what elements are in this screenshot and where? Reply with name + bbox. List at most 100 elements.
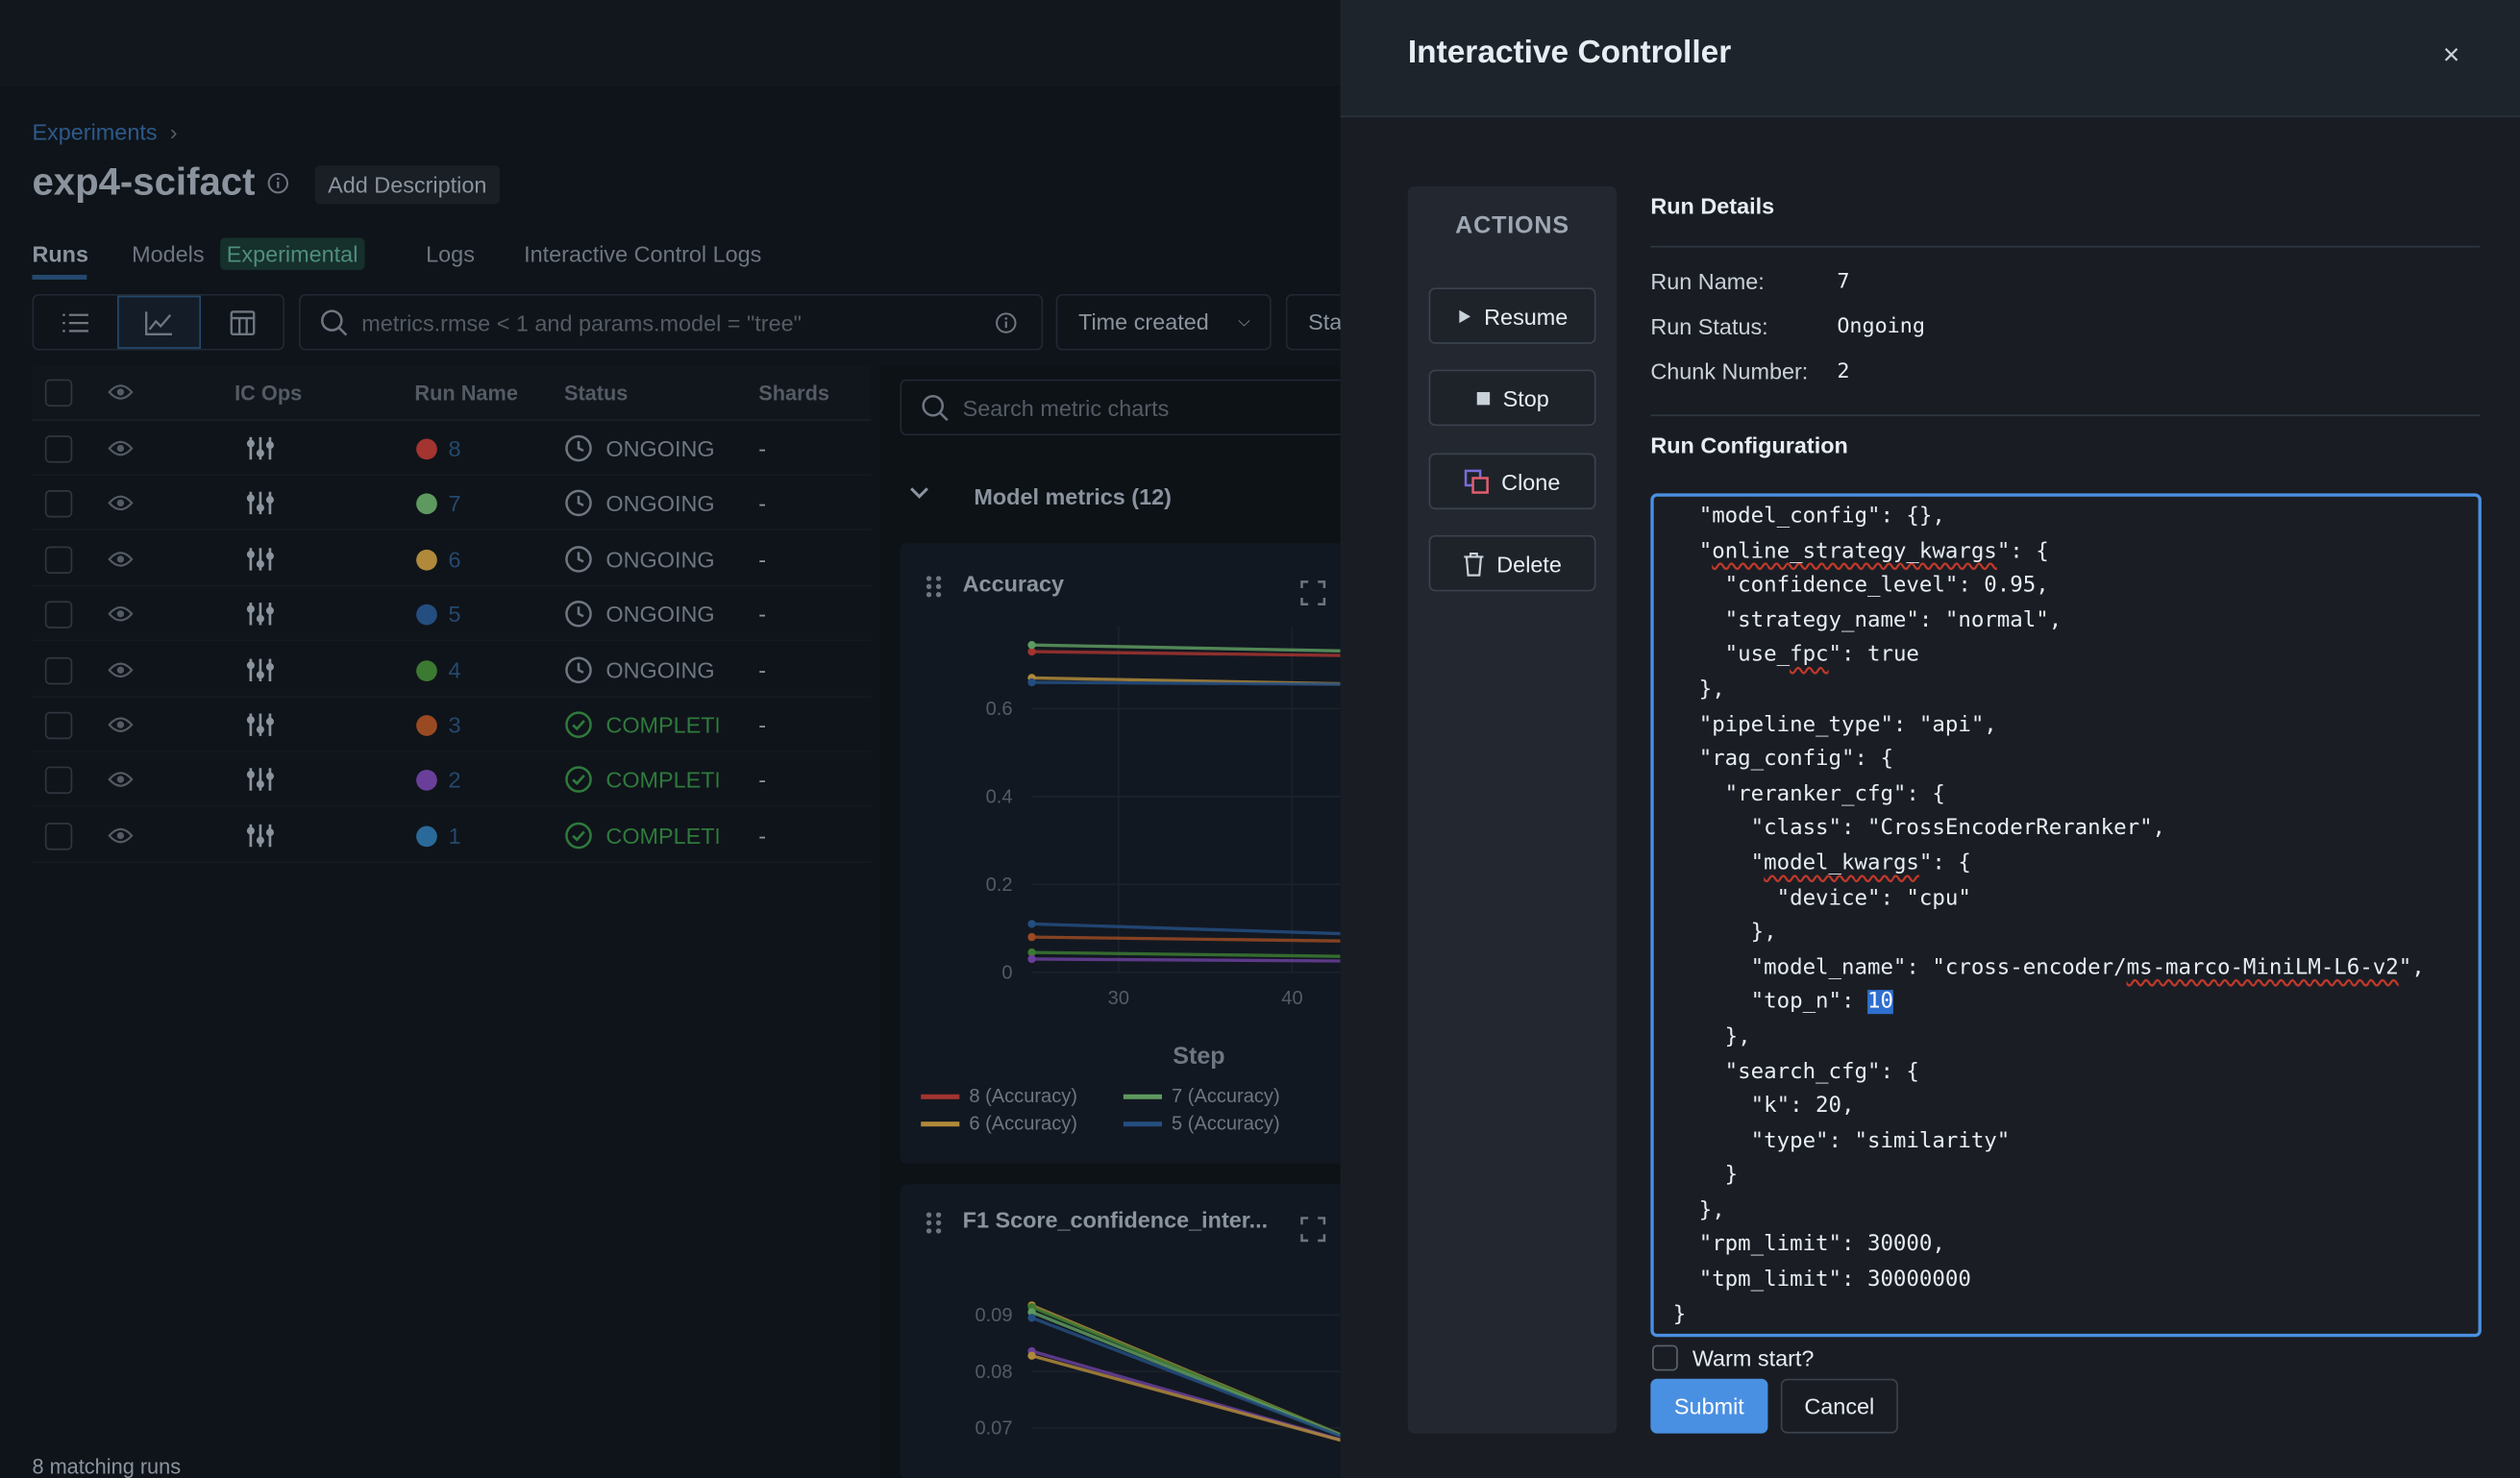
sliders-icon[interactable] xyxy=(244,656,276,682)
legend-entry[interactable]: 8 (Accuracy) xyxy=(969,1085,1077,1107)
sliders-icon[interactable] xyxy=(244,823,276,849)
data-point[interactable] xyxy=(1027,954,1036,964)
eye-icon[interactable] xyxy=(108,439,134,458)
view-toggle-group xyxy=(32,294,284,351)
tab-interactive-control-logs[interactable]: Interactive Control Logs xyxy=(524,241,761,267)
info-icon[interactable] xyxy=(267,172,289,194)
eye-icon[interactable] xyxy=(108,715,134,734)
column-ic-ops[interactable]: IC Ops xyxy=(235,381,302,405)
submit-button[interactable]: Submit xyxy=(1650,1378,1768,1434)
row-checkbox[interactable] xyxy=(44,601,73,629)
run-name-link[interactable]: 3 xyxy=(449,712,461,738)
sort-dropdown[interactable]: Time created ⌵ xyxy=(1055,294,1272,351)
f1-score-chart[interactable]: 0.07 0.08 0.09 xyxy=(900,1253,1341,1478)
drag-handle-icon[interactable] xyxy=(925,1210,944,1236)
series-line[interactable] xyxy=(1031,1349,1341,1451)
row-checkbox[interactable] xyxy=(44,767,73,795)
delete-button[interactable]: Delete xyxy=(1428,534,1596,592)
run-config-text[interactable]: "model_config": {}, "online_strategy_kwa… xyxy=(1673,500,2425,1333)
accuracy-chart[interactable]: 0 0.2 0.4 0.6 30 40 Step xyxy=(900,610,1341,1076)
run-config-editor[interactable]: "model_config": {}, "online_strategy_kwa… xyxy=(1650,493,2482,1338)
search-info-icon[interactable] xyxy=(995,311,1017,333)
table-view-button[interactable] xyxy=(201,296,284,349)
series-line[interactable] xyxy=(1030,1305,1341,1450)
chevron-down-icon[interactable] xyxy=(908,485,930,502)
resume-button[interactable]: Resume xyxy=(1428,287,1596,344)
series-line[interactable] xyxy=(1031,680,1341,686)
data-point[interactable] xyxy=(1027,920,1036,928)
eye-icon[interactable] xyxy=(108,550,134,569)
select-all-checkbox[interactable] xyxy=(44,379,73,407)
tab-runs[interactable]: Runs xyxy=(32,241,88,267)
data-point[interactable] xyxy=(1027,677,1036,687)
tab-logs[interactable]: Logs xyxy=(426,241,475,267)
row-checkbox[interactable] xyxy=(44,546,73,574)
stop-icon xyxy=(1476,391,1491,405)
add-description-button[interactable]: Add Description xyxy=(314,165,500,205)
legend-entry[interactable]: 5 (Accuracy) xyxy=(1172,1112,1280,1134)
expand-icon[interactable] xyxy=(1300,1217,1326,1243)
series-line[interactable] xyxy=(1031,922,1341,936)
row-checkbox[interactable] xyxy=(44,435,73,463)
eye-icon[interactable] xyxy=(108,771,134,790)
close-icon[interactable]: × xyxy=(2443,38,2460,72)
data-point[interactable] xyxy=(1027,640,1036,650)
warm-start-checkbox[interactable] xyxy=(1652,1344,1678,1371)
run-name-link[interactable]: 7 xyxy=(449,491,461,517)
eye-icon[interactable] xyxy=(108,825,134,845)
y-tick-label: 0.09 xyxy=(975,1305,1012,1326)
sliders-icon[interactable] xyxy=(244,712,276,738)
clone-button[interactable]: Clone xyxy=(1428,453,1596,510)
column-shards[interactable]: Shards xyxy=(758,381,829,405)
row-checkbox[interactable] xyxy=(44,656,73,684)
series-line[interactable] xyxy=(1030,1310,1341,1450)
shards-value: - xyxy=(758,490,767,517)
sliders-icon[interactable] xyxy=(244,602,276,628)
run-name-link[interactable]: 8 xyxy=(449,435,461,461)
actions-title: ACTIONS xyxy=(1455,211,1569,240)
sliders-icon[interactable] xyxy=(244,491,276,517)
series-line[interactable] xyxy=(1030,1316,1341,1450)
list-view-button[interactable] xyxy=(34,296,117,349)
model-metrics-section-title[interactable]: Model metrics (12) xyxy=(974,483,1172,509)
breadcrumb[interactable]: Experiments › xyxy=(32,119,177,145)
run-name-link[interactable]: 6 xyxy=(449,546,461,572)
sliders-icon[interactable] xyxy=(244,435,276,461)
expand-icon[interactable] xyxy=(1300,580,1326,606)
data-point[interactable] xyxy=(1027,932,1036,942)
run-name-link[interactable]: 4 xyxy=(449,656,461,682)
stop-button[interactable]: Stop xyxy=(1428,369,1596,427)
config-line: "model_name": "cross-encoder/ms-marco-Mi… xyxy=(1673,950,2425,985)
sliders-icon[interactable] xyxy=(244,546,276,572)
tab-models[interactable]: Models xyxy=(132,241,204,267)
eye-icon[interactable] xyxy=(108,660,134,679)
series-line[interactable] xyxy=(1031,935,1341,943)
sliders-icon[interactable] xyxy=(244,767,276,793)
clock-icon xyxy=(565,490,592,517)
series-line[interactable] xyxy=(1031,650,1341,657)
eye-icon[interactable] xyxy=(108,494,134,513)
column-run-name[interactable]: Run Name xyxy=(414,381,518,405)
breadcrumb-experiments[interactable]: Experiments xyxy=(32,119,157,145)
config-line: "online_strategy_kwargs": { xyxy=(1673,534,2425,569)
legend-entry[interactable]: 7 (Accuracy) xyxy=(1172,1085,1280,1107)
run-name-link[interactable]: 2 xyxy=(449,767,461,793)
eye-icon[interactable] xyxy=(108,382,134,402)
data-point[interactable] xyxy=(1027,1351,1036,1360)
row-checkbox[interactable] xyxy=(44,711,73,740)
column-status[interactable]: Status xyxy=(564,381,628,405)
warm-start-label[interactable]: Warm start? xyxy=(1692,1345,1815,1371)
chart-view-button[interactable] xyxy=(117,295,202,349)
cancel-button[interactable]: Cancel xyxy=(1780,1378,1898,1434)
run-name-link[interactable]: 1 xyxy=(449,823,461,849)
row-checkbox[interactable] xyxy=(44,490,73,519)
series-line[interactable] xyxy=(1031,950,1341,958)
eye-icon[interactable] xyxy=(108,604,134,624)
drag-handle-icon[interactable] xyxy=(925,574,944,600)
config-line: "search_cfg": { xyxy=(1673,1055,2425,1090)
series-line[interactable] xyxy=(1031,957,1341,963)
run-name-link[interactable]: 5 xyxy=(449,602,461,628)
row-checkbox[interactable] xyxy=(44,822,73,850)
data-point[interactable] xyxy=(1027,1314,1036,1322)
legend-entry[interactable]: 6 (Accuracy) xyxy=(969,1112,1077,1134)
